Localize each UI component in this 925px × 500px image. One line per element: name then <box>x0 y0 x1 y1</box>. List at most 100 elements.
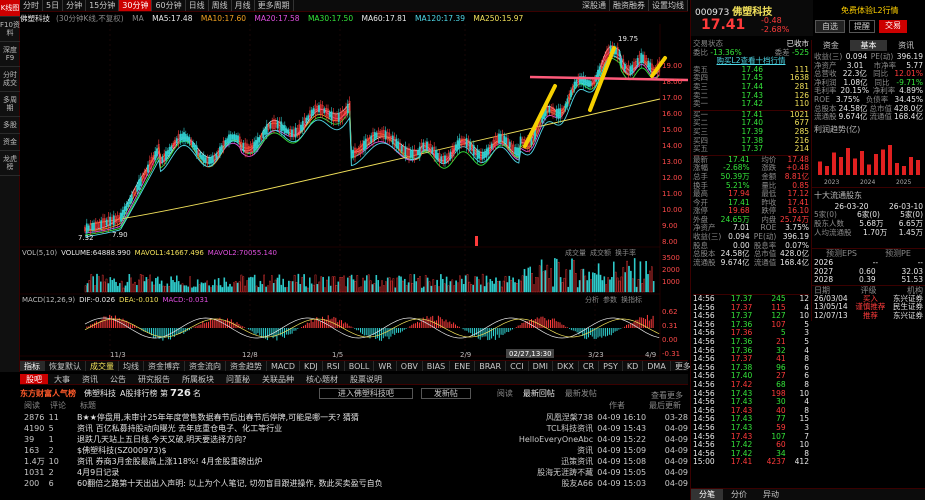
indicator-tab-7[interactable]: MACD <box>267 361 300 371</box>
indicator-tab-18[interactable]: DKX <box>553 361 579 371</box>
news-cell[interactable]: 退跌几天站上五日线,今天又破,明天要选择方向? <box>77 434 503 445</box>
tab-weekly[interactable]: 周线 <box>209 0 232 11</box>
indicator-tab-5[interactable]: 资金流向 <box>185 361 226 371</box>
price-tick: 13.00 <box>662 158 682 166</box>
news-row[interactable]: 200 6 60翻倍之路第十天出出入声明: 以上为个人笔记, 切勿盲目跟进操作, 数… <box>20 478 688 489</box>
indicator-tab-14[interactable]: ENE <box>450 361 476 371</box>
tab-60min[interactable]: 60分钟 <box>152 0 186 11</box>
news-tab-4[interactable]: 研究报告 <box>132 374 176 384</box>
candle-body <box>370 135 373 142</box>
trade-button[interactable]: 交易 <box>879 20 907 33</box>
sidebar-item-multi-period[interactable]: 多周期 <box>0 92 20 117</box>
vol-bar <box>611 277 613 293</box>
watchlist-button[interactable]: 自选 <box>815 20 845 33</box>
tab-more-periods[interactable]: 更多周期 <box>255 0 294 11</box>
sidebar-item-f10[interactable]: F10资料 <box>0 17 20 42</box>
enter-forum-button[interactable]: 进入佛塑科技吧 <box>318 387 413 399</box>
indicator-tab-3[interactable]: 均线 <box>119 361 144 371</box>
tab-monthly[interactable]: 月线 <box>232 0 255 11</box>
news-tab-3[interactable]: 公告 <box>104 374 132 384</box>
indicator-tab-15[interactable]: BRAR <box>475 361 507 371</box>
sidebar-item-depth[interactable]: 深度F9 <box>0 42 20 67</box>
profit-bar <box>888 144 892 175</box>
tick-tab-1[interactable]: 分价 <box>723 489 755 500</box>
vol-bar <box>622 267 625 293</box>
news-cell[interactable]: B★★停盘用,未审计25年年度营售数据春节后出春节后停牌,可能是哪一天? 猜猜 <box>77 412 503 423</box>
candle-body <box>481 151 484 160</box>
indicator-tab-19[interactable]: CR <box>579 361 600 371</box>
tick-tab-0[interactable]: 分笔 <box>691 489 723 500</box>
news-tab-5[interactable]: 所属板块 <box>176 374 220 384</box>
vol-bar <box>219 285 222 293</box>
news-row[interactable]: 4190 5 资讯 百亿私募持股动向曝光 去年底重仓电子、化工等行业 TCL科技资讯 0… <box>20 423 688 434</box>
news-tab-8[interactable]: 核心题材 <box>300 374 344 384</box>
tab-5day[interactable]: 5日 <box>43 0 64 11</box>
candle-body <box>233 134 236 141</box>
tick-tab-2[interactable]: 异动 <box>755 489 787 500</box>
indicator-tab-12[interactable]: OBV <box>397 361 423 371</box>
news-row[interactable]: 1031 2 4月9日记录 股海无涯踌不藏 04-09 15:05 04-09 <box>20 467 688 478</box>
news-tab-6[interactable]: 问董秘 <box>220 374 256 384</box>
view-more-link[interactable]: 查看更多 <box>651 390 683 401</box>
indicator-tab-11[interactable]: WR <box>374 361 397 371</box>
news-row[interactable]: 1.4万 10 资讯 券商3月金股最高上涨118%! 4月金股重磅出炉 迅策资讯 04-… <box>20 456 688 467</box>
indicator-tab-0[interactable]: 指标 <box>20 361 45 371</box>
l2-promo-link[interactable]: 免费体验L2行情 <box>841 5 899 16</box>
vol-bar <box>510 279 513 293</box>
fin-tab-2[interactable]: 资讯 <box>887 40 925 51</box>
indicator-tab-17[interactable]: DMI <box>529 361 554 371</box>
indicator-tab-21[interactable]: KD <box>623 361 644 371</box>
kline-chart[interactable]: 19.75 7.32 7.90 19.00 18.00 17.00 16.00 15.0… <box>20 24 688 360</box>
indicator-tab-13[interactable]: BIAS <box>423 361 451 371</box>
indicator-tab-22[interactable]: DMA <box>643 361 671 371</box>
indicator-tab-6[interactable]: 资金趋势 <box>226 361 267 371</box>
indicator-tab-20[interactable]: PSY <box>599 361 623 371</box>
tab-daily[interactable]: 日线 <box>186 0 209 11</box>
news-cell[interactable]: $佛塑科技(SZ000973)$ <box>77 445 503 456</box>
tab-30min[interactable]: 30分钟 <box>119 0 153 11</box>
sort-latest-post[interactable]: 最新发帖 <box>565 388 597 399</box>
indicator-tab-9[interactable]: RSI <box>323 361 345 371</box>
indicator-tab-4[interactable]: 资金博弈 <box>144 361 185 371</box>
news-cell[interactable]: 60翻倍之路第十天出出入声明: 以上为个人笔记, 切勿盲目跟进操作, 数此买卖盈… <box>77 478 503 489</box>
sort-latest-reply[interactable]: 最新回帖 <box>523 388 555 399</box>
news-table: 2876 11 B★★停盘用,未审计25年年度营售数据春节后出春节后停牌,可能是哪一… <box>20 412 688 489</box>
fin-tab-1[interactable]: 基本 <box>849 40 888 51</box>
news-cell[interactable]: 4月9日记录 <box>77 467 503 478</box>
news-tab-0[interactable]: 股吧 <box>20 374 48 384</box>
news-tab-9[interactable]: 股票说明 <box>344 374 388 384</box>
tab-margin[interactable]: 融资融券 <box>610 0 649 11</box>
sidebar-item-multi-stock[interactable]: 多股 <box>0 117 20 134</box>
sidebar-item-kline[interactable]: K线图 <box>0 0 20 17</box>
tab-ma-settings[interactable]: 设置均线 <box>649 0 688 11</box>
new-post-button[interactable]: 发新帖 <box>420 387 471 399</box>
indicator-tab-10[interactable]: BOLL <box>345 361 375 371</box>
alert-button[interactable]: 提醒 <box>849 20 875 33</box>
indicator-tab-1[interactable]: 恢复默认 <box>45 361 86 371</box>
indicator-tab-8[interactable]: KDJ <box>300 361 323 371</box>
sidebar-item-fund[interactable]: 资金 <box>0 134 20 151</box>
vol-bar <box>126 281 129 293</box>
news-cell: 163 <box>24 446 40 455</box>
sidebar-item-ticks[interactable]: 分时成交 <box>0 67 20 92</box>
tab-15min[interactable]: 15分钟 <box>86 0 120 11</box>
news-cell[interactable]: 资讯 券商3月金股最高上涨118%! 4月金股重磅出炉 <box>77 456 503 467</box>
candle-body <box>395 138 398 149</box>
news-tab-7[interactable]: 关联品种 <box>256 374 300 384</box>
tab-intraday[interactable]: 分时 <box>20 0 43 11</box>
indicator-tab-2[interactable]: 成交量 <box>86 361 119 371</box>
indicator-tab-16[interactable]: CCI <box>506 361 529 371</box>
news-row[interactable]: 39 1 退跌几天站上五日线,今天又破,明天要选择方向? HelloEveryOneA… <box>20 434 688 445</box>
news-tab-1[interactable]: 大事 <box>48 374 76 384</box>
vol-bar <box>210 287 212 293</box>
news-row[interactable]: 2876 11 B★★停盘用,未审计25年年度营售数据春节后出春节后停牌,可能是哪一… <box>20 412 688 423</box>
news-row[interactable]: 163 2 $佛塑科技(SZ000973)$ 资讯 04-09 15:09 04-09 <box>20 445 688 456</box>
tab-1min[interactable]: 分钟 <box>63 0 87 11</box>
news-cell[interactable]: 资讯 百亿私募持股动向曝光 去年底重仓电子、化工等行业 <box>77 423 503 434</box>
forecast-tab-pe[interactable]: 预测PE <box>885 249 911 259</box>
sidebar-item-dragon-tiger[interactable]: 龙虎榜 <box>0 151 20 176</box>
sort-read[interactable]: 阅读 <box>497 388 513 399</box>
fin-tab-0[interactable]: 资金 <box>812 40 850 51</box>
news-tab-2[interactable]: 资讯 <box>76 374 104 384</box>
tab-northbound[interactable]: 深股通 <box>579 0 610 11</box>
